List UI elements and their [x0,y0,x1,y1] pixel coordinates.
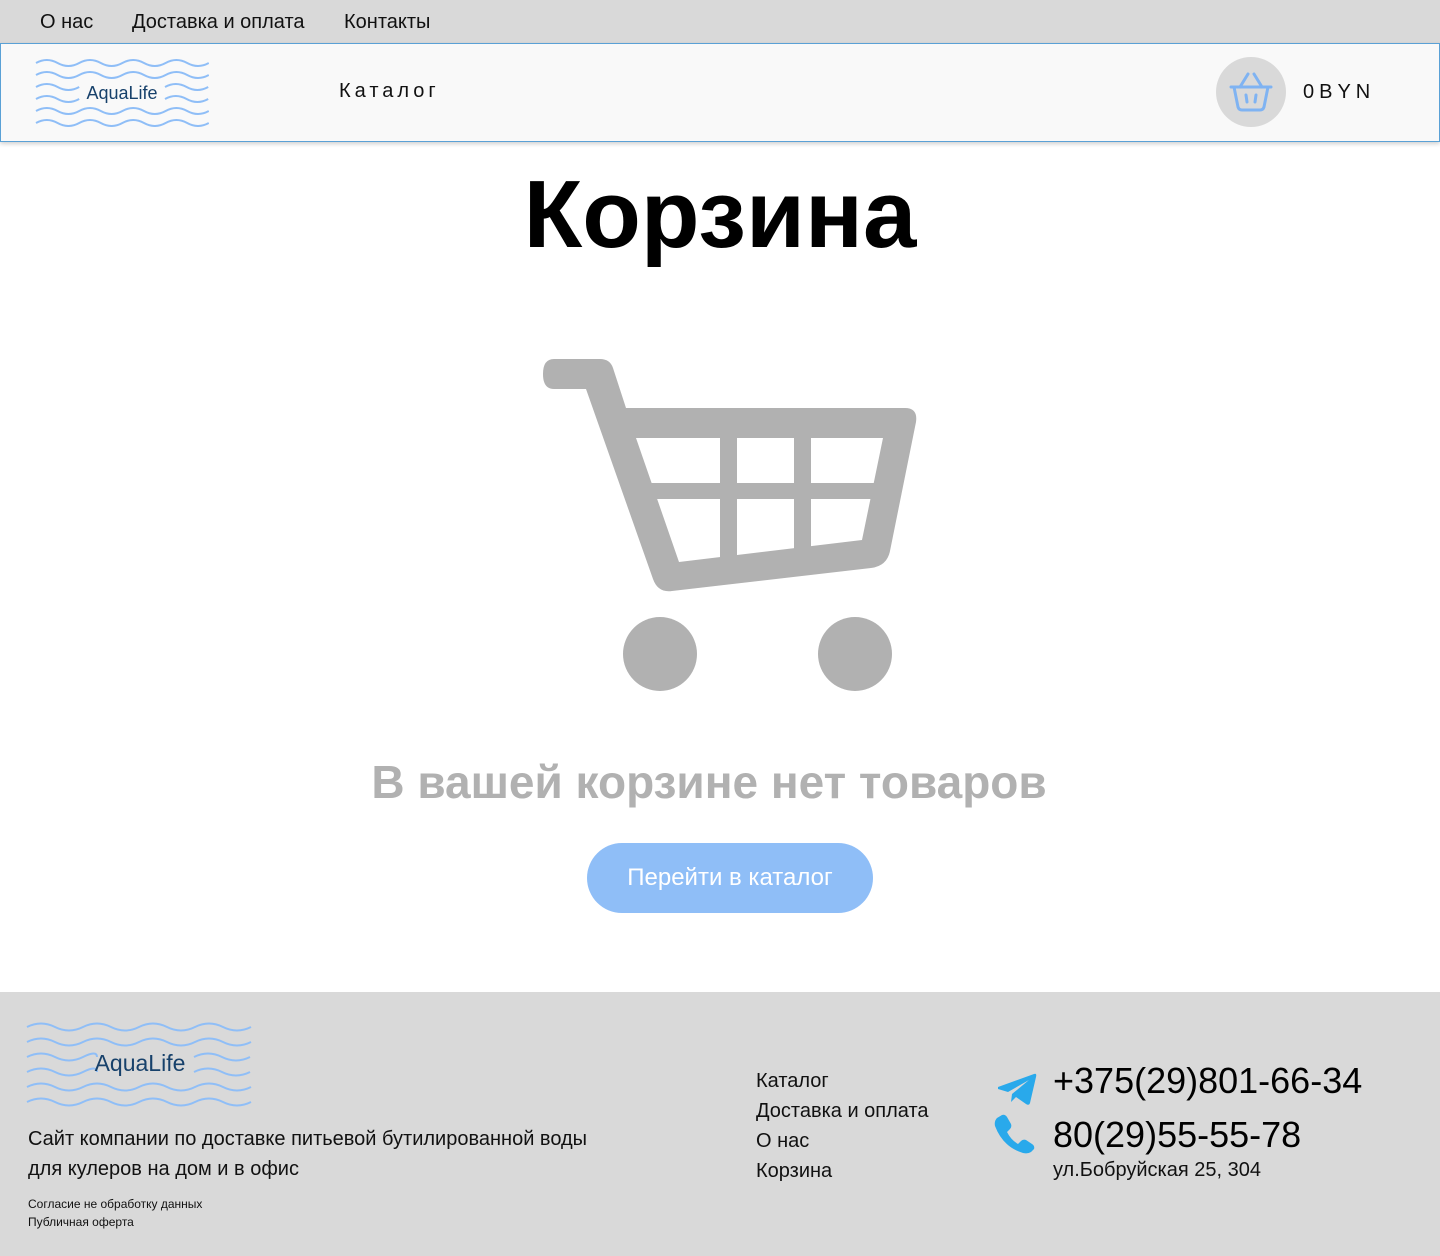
footer-link-catalog[interactable]: Каталог [756,1066,929,1096]
footer-phone[interactable]: 80(29)55-55-78 [1053,1115,1301,1155]
page-title: Корзина [523,161,917,268]
header-logo[interactable]: AquaLife [35,57,209,127]
site-header: AquaLife Каталог 0BYN [0,43,1440,142]
header-cart-button[interactable] [1216,57,1286,127]
footer-link-cart[interactable]: Корзина [756,1156,929,1186]
top-nav: О нас Доставка и оплата Контакты [0,0,1440,44]
footer-description: Сайт компании по доставке питьевой бутил… [28,1124,648,1184]
telegram-icon[interactable] [996,1072,1038,1106]
svg-text:AquaLife: AquaLife [95,1050,186,1076]
phone-icon[interactable] [993,1114,1035,1154]
nav-about-link[interactable]: О нас [40,10,93,34]
footer-phone-telegram[interactable]: +375(29)801-66-34 [1053,1061,1362,1101]
basket-icon [1229,72,1273,112]
footer-logo[interactable]: AquaLife [26,1020,252,1110]
footer-description-line: для кулеров на дом и в офис [28,1158,299,1180]
footer-description-line: Сайт компании по доставке питьевой бутил… [28,1128,588,1150]
empty-cart-icon [540,355,920,700]
site-footer: AquaLife Сайт компании по доставке питье… [0,992,1440,1256]
header-catalog-link[interactable]: Каталог [339,80,440,103]
go-to-catalog-button[interactable]: Перейти в каталог [587,843,873,913]
footer-address: ул.Бобруйская 25, 304 [1053,1159,1261,1181]
footer-link-about[interactable]: О нас [756,1126,929,1156]
footer-links: Каталог Доставка и оплата О нас Корзина [756,1066,929,1186]
data-consent-link[interactable]: Согласие не обработку данных [28,1195,202,1213]
nav-contacts-link[interactable]: Контакты [344,10,430,34]
nav-delivery-link[interactable]: Доставка и оплата [132,10,305,34]
svg-text:AquaLife: AquaLife [86,83,157,103]
public-offer-link[interactable]: Публичная оферта [28,1213,134,1231]
empty-cart-message: В вашей корзине нет товаров [371,756,1047,808]
cart-total: 0BYN [1303,81,1376,103]
footer-link-delivery[interactable]: Доставка и оплата [756,1096,929,1126]
